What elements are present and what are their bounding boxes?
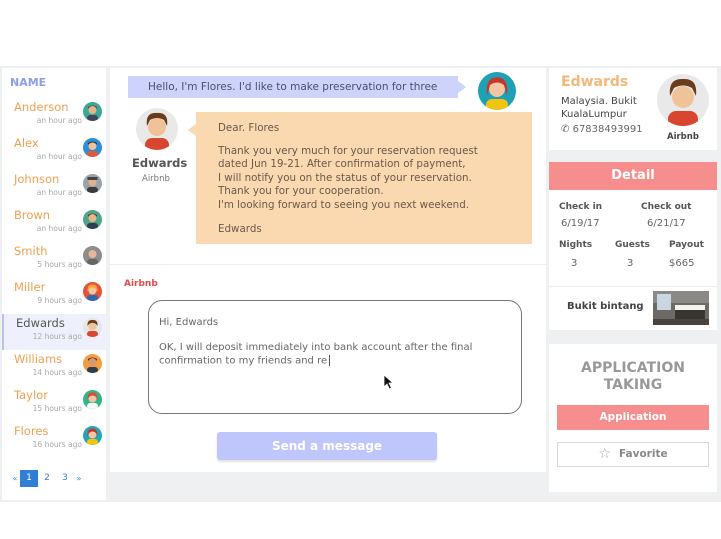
host-avatar: [136, 108, 178, 150]
host-message-line: dated Jun 19-21. After confirmation of p…: [218, 158, 466, 171]
contact-item-smith[interactable]: Smith 5 hours ago: [2, 242, 106, 278]
checkout-value: 6/21/17: [647, 218, 686, 229]
favorite-button[interactable]: ☆ Favorite: [557, 442, 709, 467]
contact-item-brown[interactable]: Brown an hour ago: [2, 206, 106, 242]
contact-item-alex[interactable]: Alex an hour ago: [2, 134, 106, 170]
contact-time: 12 hours ago: [32, 332, 82, 341]
contact-time: 9 hours ago: [37, 296, 82, 305]
host-message-line: Thank you for your cooperation.: [218, 185, 384, 198]
contact-item-taylor[interactable]: Taylor 15 hours ago: [2, 386, 106, 422]
nights-label: Nights: [559, 240, 593, 250]
host-company: Airbnb: [142, 174, 170, 184]
chat-panel: Hello, I'm Flores. I'd like to make pres…: [110, 68, 546, 472]
avatar: [83, 318, 102, 337]
send-message-button[interactable]: Send a message: [217, 432, 437, 460]
pagination: « 1 2 3 »: [10, 470, 84, 487]
avatar: [83, 174, 102, 193]
host-message-bubble: Dear. Flores Thank you very much for you…: [188, 112, 532, 244]
checkin-label: Check in: [559, 202, 603, 212]
avatar: [83, 282, 102, 301]
reply-text: OK, I will deposit immediately into bank…: [159, 342, 473, 366]
contact-time: an hour ago: [36, 152, 82, 161]
contact-item-johnson[interactable]: Johnson an hour ago: [2, 170, 106, 206]
profile-avatar: [657, 74, 709, 126]
profile-name: Edwards: [561, 74, 629, 90]
sidebar-title: NAME: [10, 76, 47, 89]
contact-time: an hour ago: [36, 116, 82, 125]
host-message-signature: Edwards: [218, 222, 262, 235]
contact-time: 16 hours ago: [32, 440, 82, 449]
avatar: [83, 390, 102, 409]
contact-name: Johnson: [14, 172, 60, 186]
profile-brand: Airbnb: [667, 132, 699, 142]
host-name: Edwards: [132, 156, 188, 170]
contact-name: Smith: [14, 244, 48, 258]
contact-time: 5 hours ago: [37, 260, 82, 269]
contact-name: Brown: [14, 208, 51, 222]
contact-item-flores[interactable]: Flores 16 hours ago: [2, 422, 106, 458]
contact-time: an hour ago: [36, 224, 82, 233]
contact-name: Alex: [14, 136, 39, 150]
avatar: [83, 138, 102, 157]
place-photo: [653, 291, 709, 325]
avatar: [83, 246, 102, 265]
contact-name: Williams: [14, 352, 63, 366]
pager-prev-button[interactable]: «: [10, 470, 20, 487]
guests-value: 3: [627, 258, 634, 269]
divider: [110, 264, 546, 265]
contacts-sidebar: NAME Anderson an hour ago Alex an hour a…: [2, 68, 106, 500]
pager-next-button[interactable]: »: [74, 470, 84, 487]
checkin-value: 6/19/17: [561, 218, 600, 229]
place-card[interactable]: Bukit bintang: [549, 286, 717, 330]
mouse-pointer-icon: [383, 374, 395, 394]
profile-phone: ✆ 67838493991: [561, 124, 643, 135]
contact-item-anderson[interactable]: Anderson an hour ago: [2, 98, 106, 134]
place-name: Bukit bintang: [567, 301, 644, 312]
nights-value: 3: [571, 258, 578, 269]
contact-name: Taylor: [14, 388, 48, 402]
host-message-line: Thank you very much for your reservation…: [218, 144, 478, 157]
host-message-greeting: Dear. Flores: [218, 122, 280, 134]
contact-time: 14 hours ago: [32, 368, 82, 377]
star-icon: ☆: [598, 446, 611, 462]
contact-item-edwards[interactable]: Edwards 12 hours ago: [2, 314, 106, 350]
contact-item-miller[interactable]: Miller 9 hours ago: [2, 278, 106, 314]
user-message-bubble: Hello, I'm Flores. I'd like to make pres…: [128, 76, 466, 98]
contact-time: 15 hours ago: [32, 404, 82, 413]
host-message-line: I'm looking forward to seeing you next w…: [218, 198, 470, 211]
contact-name: Flores: [14, 424, 49, 438]
application-button[interactable]: Application: [557, 405, 709, 430]
reply-greeting: Hi, Edwards: [159, 317, 219, 328]
contact-name: Anderson: [14, 100, 69, 114]
contact-name: Miller: [14, 280, 46, 294]
application-title: APPLICATION TAKING: [581, 360, 685, 393]
detail-header: Detail: [549, 162, 717, 190]
avatar: [83, 210, 102, 229]
checkout-label: Check out: [641, 202, 692, 212]
app-window: NAME Anderson an hour ago Alex an hour a…: [0, 66, 721, 502]
profile-card: Edwards Malaysia. Bukit KualaLumpur ✆ 67…: [549, 68, 717, 150]
user-avatar: [478, 72, 516, 110]
payout-label: Payout: [669, 240, 704, 250]
reply-textarea[interactable]: Hi, Edwards OK, I will deposit immediate…: [148, 300, 522, 414]
pager-page-1[interactable]: 1: [20, 470, 38, 487]
profile-location-line1: Malaysia. Bukit: [561, 96, 637, 107]
contact-name: Edwards: [16, 316, 65, 330]
phone-icon: ✆: [561, 124, 570, 135]
pager-page-2[interactable]: 2: [38, 470, 56, 487]
avatar: [83, 354, 102, 373]
avatar: [83, 102, 102, 121]
pager-page-3[interactable]: 3: [56, 470, 74, 487]
guests-label: Guests: [615, 240, 650, 250]
host-message-line: I will notify you on the status of your …: [218, 171, 472, 184]
avatar: [83, 426, 102, 445]
reply-label: Airbnb: [124, 279, 158, 289]
text-caret: [329, 354, 331, 366]
contact-time: an hour ago: [36, 188, 82, 197]
application-card: APPLICATION TAKING Application ☆ Favorite: [549, 344, 717, 492]
contact-item-williams[interactable]: Williams 14 hours ago: [2, 350, 106, 386]
profile-location-line2: KualaLumpur: [561, 109, 627, 120]
payout-value: $665: [669, 258, 695, 269]
